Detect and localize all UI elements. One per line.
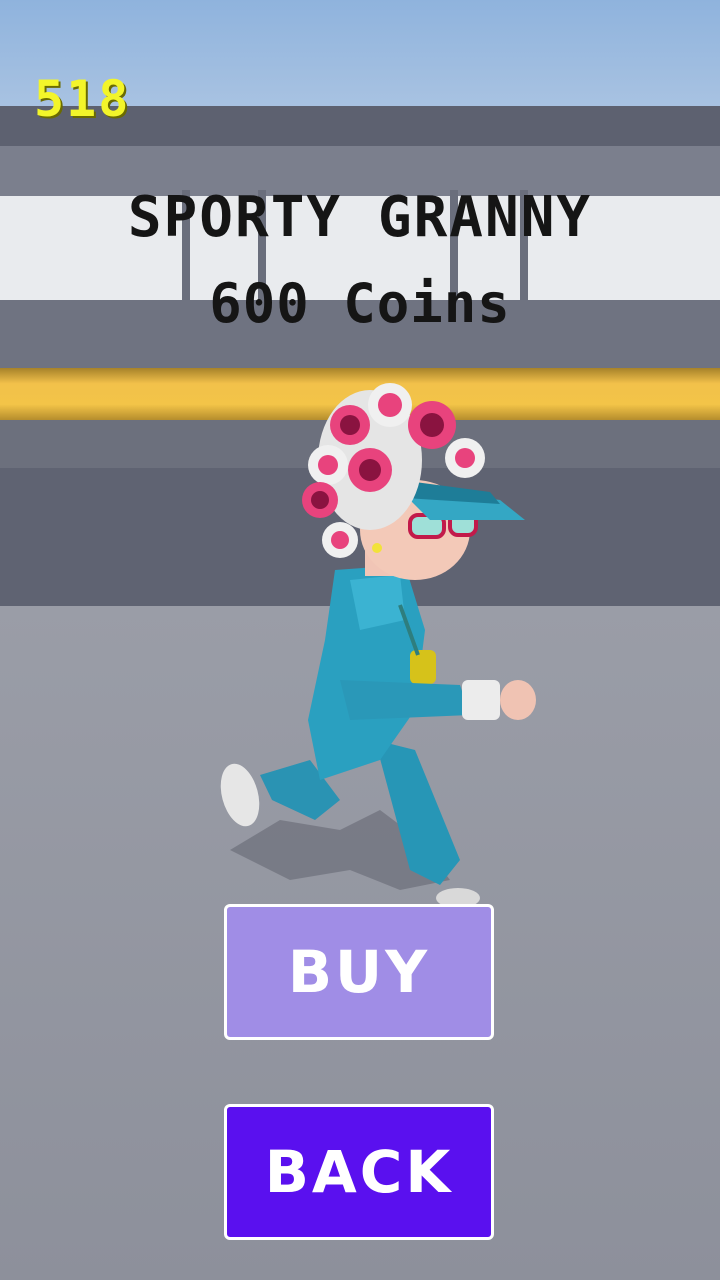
character-price: 600 Coins xyxy=(209,272,511,335)
coin-count: 518 xyxy=(34,70,131,128)
back-button[interactable]: BACK xyxy=(224,1104,494,1240)
character-name: SPORTY GRANNY xyxy=(127,185,593,250)
granny-character xyxy=(220,383,536,908)
buy-button[interactable]: BUY xyxy=(224,904,494,1040)
game-scene: 518 SPORTY GRANNY 600 Coins BUY BACK xyxy=(0,0,720,1280)
